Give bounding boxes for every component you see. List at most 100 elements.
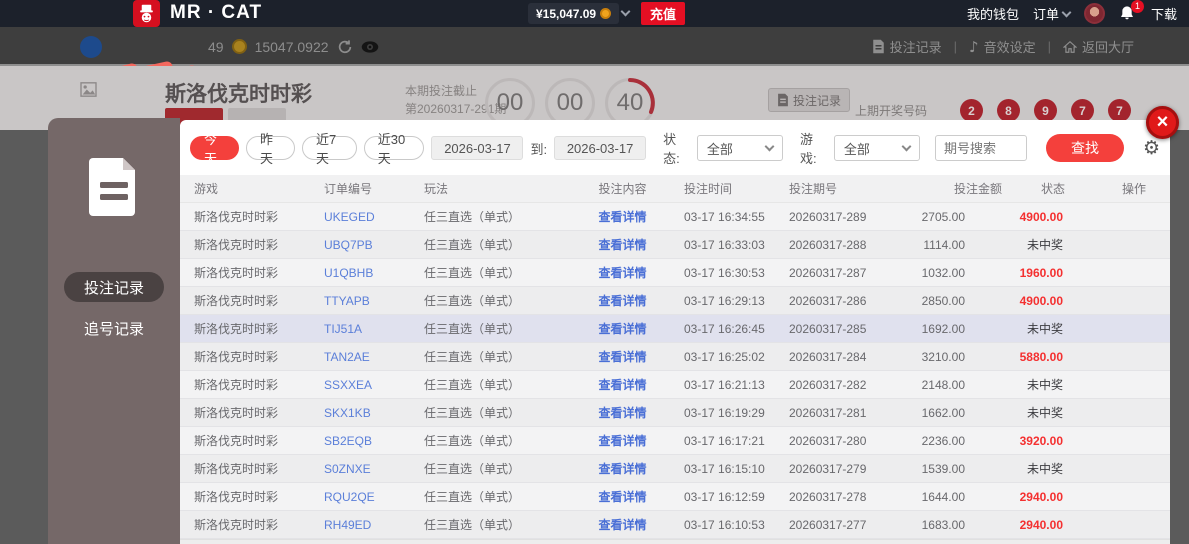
cell-order-id[interactable]: SB2EQB — [310, 434, 410, 448]
cell-game: 斯洛伐克时时彩 — [180, 292, 310, 309]
cell-order-id[interactable]: RQU2QE — [310, 490, 410, 504]
cell-period: 20260317-285 — [775, 322, 895, 336]
cell-period: 20260317-281 — [775, 406, 895, 420]
view-details-link[interactable]: 查看详情 — [575, 264, 670, 281]
gear-icon[interactable]: ⚙ — [1143, 137, 1160, 159]
table-row: 斯洛伐克时时彩S0ZNXE任三直选（单式）查看详情03-17 16:15:102… — [180, 455, 1170, 483]
cell-period: 20260317-280 — [775, 434, 895, 448]
view-details-link[interactable]: 查看详情 — [575, 320, 670, 337]
quick-range-pill[interactable]: 昨天 — [246, 136, 295, 160]
recharge-button[interactable]: 充值 — [641, 2, 685, 25]
cell-game: 斯洛伐克时时彩 — [180, 460, 310, 477]
sidebar-tab-chase-records[interactable]: 追号记录 — [84, 318, 144, 339]
find-button[interactable]: 查找 — [1046, 134, 1124, 162]
col-period: 投注期号 — [775, 180, 895, 197]
view-details-link[interactable]: 查看详情 — [575, 292, 670, 309]
game-select[interactable]: 全部 — [834, 135, 920, 161]
my-wallet-link[interactable]: 我的钱包 — [967, 4, 1019, 23]
music-note-icon: ♪ — [969, 38, 979, 56]
balance-amount: ¥15,047.09 — [536, 7, 596, 21]
orders-chevron-down-icon — [1062, 7, 1072, 17]
period-search-input[interactable] — [935, 135, 1027, 161]
view-details-link[interactable]: 查看详情 — [575, 432, 670, 449]
cell-order-id[interactable]: TTYAPB — [310, 294, 410, 308]
last-draw-label: 上期开奖号码 — [855, 102, 927, 119]
cell-order-id[interactable]: RH49ED — [310, 518, 410, 532]
status-select[interactable]: 全部 — [697, 135, 783, 161]
cell-order-id[interactable]: UBQ7PB — [310, 238, 410, 252]
view-details-link[interactable]: 查看详情 — [575, 488, 670, 505]
balance-chevron-down-icon[interactable] — [621, 7, 631, 17]
quick-range-pill[interactable]: 近30天 — [364, 136, 425, 160]
bet-records-link[interactable]: 投注记录 — [872, 37, 942, 56]
chevron-down-icon — [902, 142, 912, 152]
view-details-link[interactable]: 查看详情 — [575, 460, 670, 477]
draw-number-ball: 7 — [1108, 99, 1131, 122]
view-details-link[interactable]: 查看详情 — [575, 376, 670, 393]
coin-balance-icon — [232, 39, 247, 54]
sound-settings-link[interactable]: ♪ 音效设定 — [969, 37, 1036, 56]
cell-time: 03-17 16:26:45 — [670, 322, 775, 336]
cell-order-id[interactable]: SSXXEA — [310, 378, 410, 392]
col-order: 订单编号 — [310, 180, 410, 197]
download-link[interactable]: 下载 — [1151, 4, 1177, 23]
bet-records-modal: 今天昨天近7天近30天 到: 状态: 全部 游戏: 全部 查找 ⚙ 游戏 订单编… — [180, 120, 1170, 544]
account-summary: 49 15047.0922 — [80, 27, 379, 66]
cell-amount: 3210.00 — [895, 350, 1010, 364]
view-details-link[interactable]: 查看详情 — [575, 348, 670, 365]
cell-play: 任三直选（单式） — [410, 264, 575, 281]
date-from-input[interactable] — [431, 136, 523, 160]
user-avatar[interactable] — [1084, 3, 1105, 24]
cell-amount: 1539.00 — [895, 462, 1010, 476]
balance-chip[interactable]: ¥15,047.09 — [528, 3, 619, 24]
brand-logo-icon[interactable] — [133, 0, 160, 27]
records-document-icon — [87, 156, 141, 216]
view-details-link[interactable]: 查看详情 — [575, 208, 670, 225]
bet-records-button[interactable]: 投注记录 — [768, 88, 850, 112]
cell-order-id[interactable]: TIJ51A — [310, 322, 410, 336]
cell-status: 4900.00 — [1010, 294, 1105, 308]
refresh-icon[interactable] — [337, 39, 353, 55]
view-details-link[interactable]: 查看详情 — [575, 404, 670, 421]
table-row: 斯洛伐克时时彩U1QBHB任三直选（单式）查看详情03-17 16:30:532… — [180, 259, 1170, 287]
divider: | — [1048, 39, 1051, 54]
return-lobby-link[interactable]: 返回大厅 — [1063, 37, 1134, 56]
close-modal-button[interactable]: × — [1146, 106, 1179, 139]
view-details-link[interactable]: 查看详情 — [575, 516, 670, 533]
cell-order-id[interactable]: UKEGED — [310, 210, 410, 224]
orders-menu[interactable]: 订单 — [1033, 4, 1070, 23]
cell-order-id[interactable]: S0ZNXE — [310, 462, 410, 476]
cell-period: 20260317-277 — [775, 518, 895, 532]
notifications-button[interactable]: 1 — [1119, 4, 1137, 24]
cell-play: 任三直选（单式） — [410, 320, 575, 337]
table-row: 斯洛伐克时时彩UKEGED任三直选（单式）查看详情03-17 16:34:552… — [180, 203, 1170, 231]
broken-image-icon — [80, 82, 97, 97]
cell-order-id[interactable]: TAN2AE — [310, 350, 410, 364]
table-row: 斯洛伐克时时彩RH49ED任三直选（单式）查看详情03-17 16:10:532… — [180, 511, 1170, 539]
cell-time: 03-17 16:34:55 — [670, 210, 775, 224]
quick-range-pill[interactable]: 近7天 — [302, 136, 357, 160]
game-title: 斯洛伐克时时彩 — [165, 78, 312, 108]
to-label: 到: — [530, 139, 547, 158]
eye-icon[interactable] — [361, 40, 379, 54]
cell-play: 任三直选（单式） — [410, 516, 575, 533]
cell-time: 03-17 16:29:13 — [670, 294, 775, 308]
cell-order-id[interactable]: SKX1KB — [310, 406, 410, 420]
bet-records-label: 投注记录 — [890, 37, 942, 56]
date-to-input[interactable] — [554, 136, 646, 160]
col-content: 投注内容 — [575, 180, 670, 197]
cell-game: 斯洛伐克时时彩 — [180, 208, 310, 225]
records-sidebar: 投注记录 追号记录 — [48, 118, 180, 544]
cell-game: 斯洛伐克时时彩 — [180, 236, 310, 253]
view-details-link[interactable]: 查看详情 — [575, 236, 670, 253]
table-row: 斯洛伐克时时彩SKX1KB任三直选（单式）查看详情03-17 16:19:292… — [180, 399, 1170, 427]
cell-game: 斯洛伐克时时彩 — [180, 264, 310, 281]
cell-order-id[interactable]: U1QBHB — [310, 266, 410, 280]
brand-name: MR · CAT — [170, 2, 262, 24]
quick-range-pill[interactable]: 今天 — [190, 136, 239, 160]
sidebar-tab-bet-records[interactable]: 投注记录 — [64, 272, 164, 302]
table-body: 斯洛伐克时时彩UKEGED任三直选（单式）查看详情03-17 16:34:552… — [180, 203, 1170, 539]
table-row: 斯洛伐克时时彩TAN2AE任三直选（单式）查看详情03-17 16:25:022… — [180, 343, 1170, 371]
chevron-down-icon — [765, 142, 775, 152]
bet-records-button-label: 投注记录 — [793, 92, 841, 109]
